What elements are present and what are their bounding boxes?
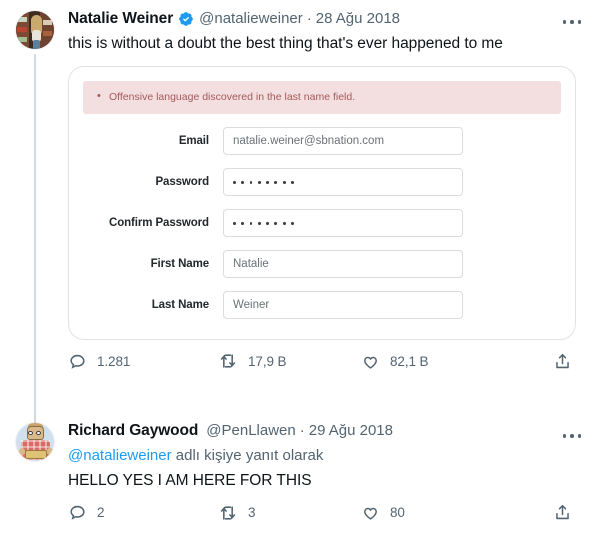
first-name-label: First Name [150,258,210,271]
email-label: Email [178,135,209,148]
reply-count: 1.281 [97,353,131,369]
first-name-field[interactable]: Natalie [223,250,463,279]
retweet-button[interactable]: 17,9 B [218,351,361,371]
tweet-gutter [14,410,62,533]
share-icon [556,353,569,368]
share-button[interactable] [553,503,572,522]
reply-icon [70,354,85,369]
tweet-header: Natalie Weiner @natalieweiner · 28 Ağu 2… [68,10,586,29]
form-row-first-name: First Name Natalie [83,250,561,279]
tweet-body: Richard Gaywood @PenLlawen · 29 Ağu 2018… [62,422,586,533]
form-row-email: Email natalie.weiner@sbnation.com [83,127,561,156]
password-label: Password [155,176,209,189]
tweet-item[interactable]: Natalie Weiner @natalieweiner · 28 Ağu 2… [0,0,600,422]
confirm-password-label: Confirm Password [108,217,209,230]
like-count: 82,1 B [390,353,429,369]
tweet-action-bar: 2 3 80 [68,503,586,523]
retweet-button[interactable]: 3 [218,503,361,523]
author-handle[interactable]: @natalieweiner [199,10,303,28]
reply-button[interactable]: 2 [68,503,218,522]
more-options-icon[interactable] [558,426,586,446]
form-row-last-name: Last Name Weiner [83,291,561,320]
more-options-icon[interactable] [558,12,586,32]
embedded-form-card: Offensive language discovered in the las… [68,65,576,341]
avatar[interactable] [15,10,55,50]
tweet-item[interactable]: Richard Gaywood @PenLlawen · 29 Ağu 2018… [0,410,600,533]
like-count: 80 [390,505,405,521]
last-name-field[interactable]: Weiner [223,291,463,320]
tweet-text: this is without a doubt the best thing t… [68,34,503,52]
tweet-gutter [14,10,62,422]
tweet-header: Richard Gaywood @PenLlawen · 29 Ağu 2018 [68,422,586,441]
password-field[interactable] [223,168,463,197]
author-name[interactable]: Richard Gaywood [68,422,198,441]
tweet-body: Natalie Weiner @natalieweiner · 28 Ağu 2… [62,10,586,412]
password-masked-dots [233,180,299,184]
like-button[interactable]: 82,1 B [361,352,501,371]
reply-context-suffix: adlı kişiye yanıt olarak [171,446,324,464]
photo-avatar [16,11,54,49]
reply-context: @natalieweiner adlı kişiye yanıt olarak [68,446,586,466]
retweet-count: 3 [248,505,256,521]
retweet-icon [220,506,236,520]
reply-count: 2 [97,505,105,521]
heart-icon [364,356,377,369]
reply-button[interactable]: 1.281 [68,352,218,371]
email-field[interactable]: natalie.weiner@sbnation.com [223,127,463,156]
tweet-action-bar: 1.281 17,9 B 82,1 B [68,351,586,371]
reply-context-mention[interactable]: @natalieweiner [68,447,172,464]
form-row-confirm-password: Confirm Password [83,209,561,238]
share-button[interactable] [553,352,572,371]
reply-icon [70,506,85,521]
meta-separator: · [299,422,305,440]
like-button[interactable]: 80 [361,503,501,522]
tweet-text: HELLO YES I AM HERE FOR THIS [68,471,312,489]
confirm-password-masked-dots [233,221,299,225]
author-handle[interactable]: @PenLlawen [206,422,295,440]
thread-connector-line [34,54,36,422]
retweet-icon [220,354,236,368]
form-row-password: Password [83,168,561,197]
confirm-password-field[interactable] [223,209,463,238]
meta-separator: · [306,10,312,28]
cartoon-avatar [16,423,54,461]
last-name-label: Last Name [151,299,209,312]
share-icon [556,505,569,520]
retweet-count: 17,9 B [248,353,287,369]
form-error-alert: Offensive language discovered in the las… [83,80,561,115]
twitter-thread-screenshot: Natalie Weiner @natalieweiner · 28 Ağu 2… [0,0,600,533]
heart-icon [364,507,377,520]
verified-badge-icon [179,12,193,27]
tweet-date[interactable]: 28 Ağu 2018 [316,10,400,28]
author-name[interactable]: Natalie Weiner [68,10,173,29]
avatar[interactable] [15,422,55,462]
tweet-date[interactable]: 29 Ağu 2018 [309,422,393,440]
form-error-message: Offensive language discovered in the las… [95,90,549,104]
